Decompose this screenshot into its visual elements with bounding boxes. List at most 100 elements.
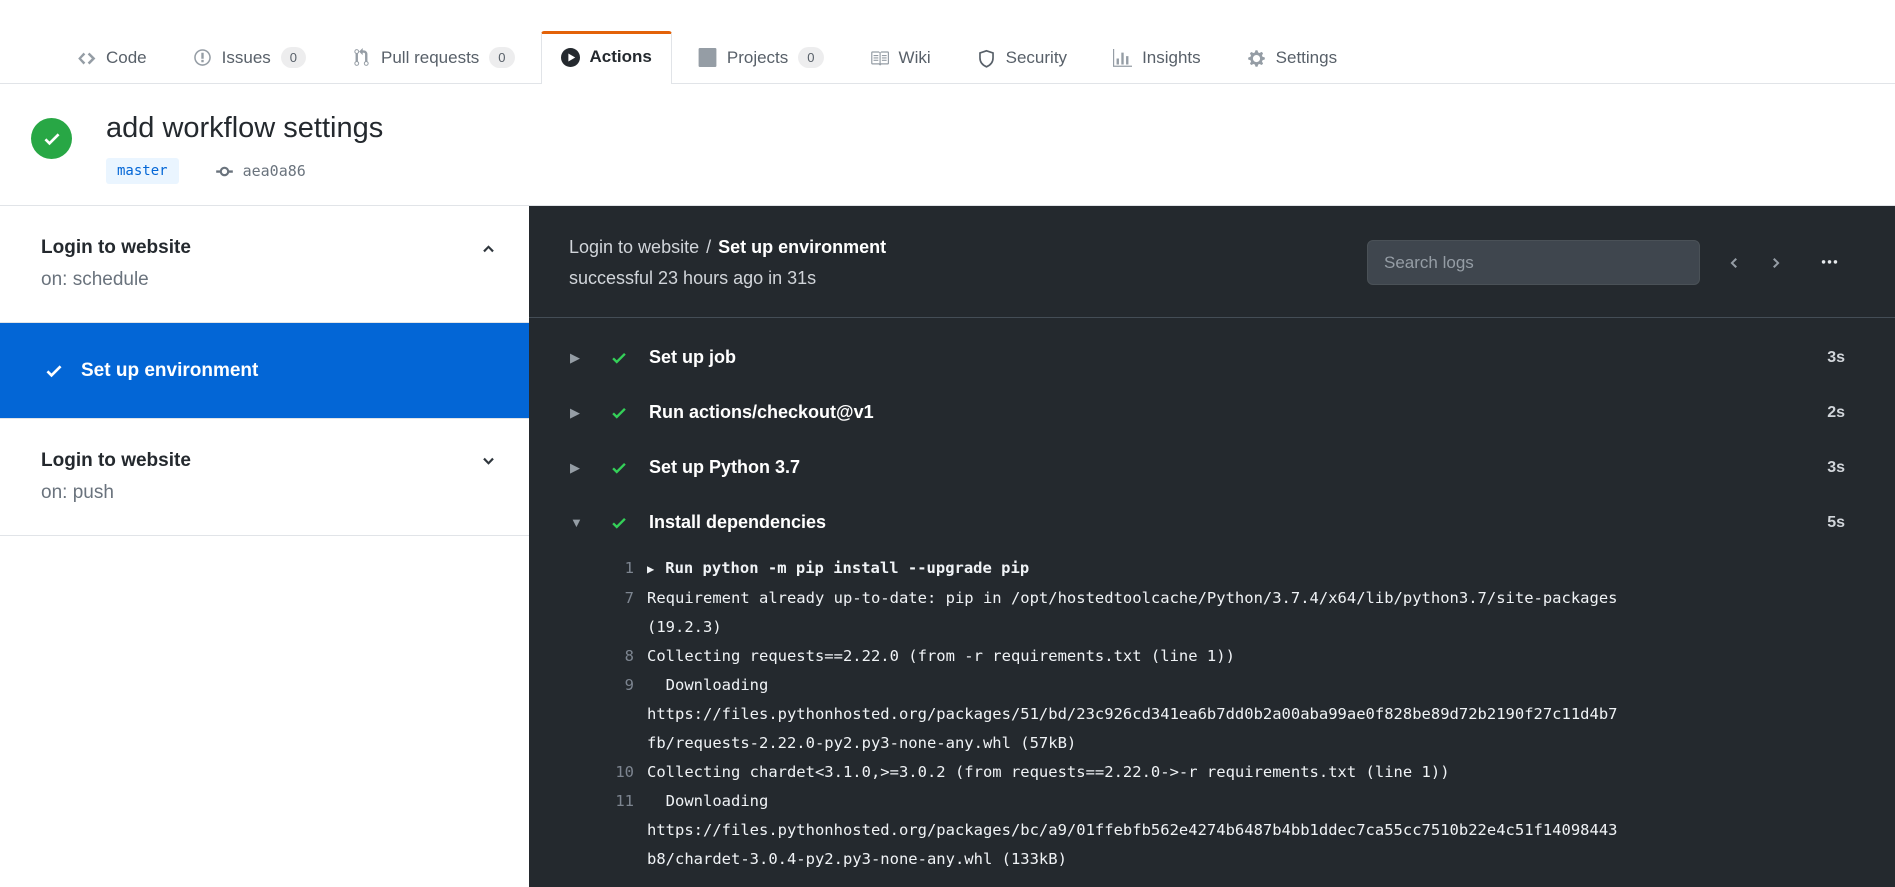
shield-icon [978,49,994,68]
step-duration: 3s [1827,348,1845,366]
tab-label: Pull requests [381,47,480,67]
log-line-number[interactable]: 7 [529,584,634,613]
tab-label: Projects [726,47,789,67]
log-line: b8/chardet-3.0.4-py2.py3-none-any.whl (1… [529,845,1895,874]
tab-label: Code [106,48,147,67]
log-header-controls [1367,240,1845,285]
step-row-run-actions-checkout-v1[interactable]: ▶ Run actions/checkout@v1 2s [529,385,1895,440]
gear-icon [1247,49,1265,67]
run-status-text: successful 23 hours ago in 31s [569,268,817,288]
log-line-number[interactable]: 11 [529,787,634,816]
step-label: Set up job [649,347,736,367]
tab-label: Actions [589,47,652,66]
tab-wiki[interactable]: Wiki [850,32,951,83]
job-item-on-schedule[interactable]: Login to website on: schedule [0,206,529,323]
step-row-set-up-job[interactable]: ▶ Set up job 3s [529,330,1895,385]
commit-link[interactable]: aea0a86 [215,162,306,181]
log-line-number[interactable] [529,700,634,729]
expand-command-icon[interactable]: ▶ [647,562,654,576]
breadcrumb-separator: / [706,237,712,257]
sidebar-step-set-up-environment[interactable]: Set up environment [0,323,529,419]
step-row-install-dependencies[interactable]: ▼ Install dependencies 5s [529,495,1895,550]
tab-issues[interactable]: Issues 0 [173,31,326,83]
tab-pull-requests[interactable]: Pull requests 0 [332,31,535,83]
log-line-text: fb/requests-2.22.0-py2.py3-none-any.whl … [647,734,1077,752]
sidebar-step-label: Set up environment [81,359,259,381]
check-icon [46,364,62,377]
log-line-number[interactable]: 9 [529,671,634,700]
tab-label: Wiki [898,48,931,67]
git-commit-icon [215,166,233,176]
tab-label: Issues [221,47,271,67]
log-line-text: https://files.pythonhosted.org/packages/… [647,705,1618,723]
jobs-sidebar: Login to website on: schedule Set up envir… [0,206,529,887]
log-line-text: ▶ Run python -m pip install --upgrade pip [647,559,1030,577]
tab-settings[interactable]: Settings [1227,32,1357,83]
expand-step-icon[interactable]: ▶ [570,351,585,364]
expand-job-control[interactable] [480,453,497,470]
chevron-down-icon [483,457,494,465]
commit-sha: aea0a86 [242,162,306,180]
step-success-icon [610,404,628,422]
tab-insights[interactable]: Insights [1093,32,1221,83]
log-panel-header: Login to website / Set up environment succ… [529,206,1895,318]
tab-code[interactable]: Code [57,32,167,83]
log-output: 1 ▶ Run python -m pip install --upgrade pi… [529,554,1895,887]
log-options-menu-button[interactable] [1820,253,1839,272]
collapse-job-control[interactable] [480,240,497,257]
counter-badge: 0 [280,47,307,68]
next-match-button[interactable] [1768,255,1784,271]
expand-step-icon[interactable]: ▶ [570,461,585,474]
expand-step-icon[interactable]: ▶ [570,406,585,419]
kebab-horizontal-icon [1821,260,1838,264]
collapse-step-icon[interactable]: ▼ [570,516,585,529]
tab-label: Settings [1275,48,1338,67]
check-icon [612,352,626,364]
log-line: 10 Collecting chardet<3.1.0,>=3.0.2 (from… [529,758,1895,787]
step-duration: 2s [1827,403,1845,421]
log-line-number[interactable]: 1 [529,554,634,584]
code-icon [78,52,96,64]
github-actions-run-page: Code Issues 0 Pull requests 0 Actions Projects… [0,0,1895,887]
log-line-text: b8/chardet-3.0.4-py2.py3-none-any.whl (1… [647,850,1067,868]
branch-badge[interactable]: master [106,158,179,184]
run-success-status-icon [31,118,72,159]
breadcrumb-job[interactable]: Login to website [569,237,699,257]
run-info: add workflow settings master aea0a86 [106,102,383,205]
log-line-number[interactable] [529,816,634,845]
log-line-text: Requirement already up-to-date: pip in /… [647,589,1618,607]
tab-security[interactable]: Security [957,32,1087,83]
step-label: Run actions/checkout@v1 [649,402,874,422]
log-line: fb/requests-2.22.0-py2.py3-none-any.whl … [529,729,1895,758]
job-title: Login to website [41,450,191,471]
job-title: Login to website [41,237,191,258]
log-line-text: https://files.pythonhosted.org/packages/… [647,821,1618,839]
log-line-number[interactable]: 8 [529,642,634,671]
log-line-text: Collecting requests==2.22.0 (from -r req… [647,647,1235,665]
issue-icon [193,49,211,66]
step-success-icon [610,349,628,367]
log-line-number[interactable] [529,613,634,642]
log-line-number[interactable] [529,845,634,874]
tab-label: Insights [1142,48,1201,67]
log-line: https://files.pythonhosted.org/packages/… [529,700,1895,729]
run-title: add workflow settings [106,112,384,144]
log-line-number[interactable]: 10 [529,758,634,787]
previous-match-button[interactable] [1726,255,1742,271]
log-line: (19.2.3) [529,613,1895,642]
step-row-set-up-python-3-7[interactable]: ▶ Set up Python 3.7 3s [529,440,1895,495]
chevron-left-icon [1730,257,1737,268]
tab-actions[interactable]: Actions [540,31,672,84]
chevron-right-icon [1773,257,1780,268]
step-success-icon [610,459,628,477]
tab-projects[interactable]: Projects 0 [678,31,844,83]
repo-nav-tabs: Code Issues 0 Pull requests 0 Actions Projects… [57,31,1363,84]
graph-icon [1113,48,1133,67]
step-duration: 5s [1827,513,1845,531]
tab-label: Security [1005,48,1068,67]
job-item-on-push[interactable]: Login to website on: push [0,419,529,536]
log-line-number[interactable] [529,729,634,758]
step-success-icon [610,514,628,532]
project-icon [698,48,717,67]
search-logs-input[interactable] [1367,240,1700,285]
